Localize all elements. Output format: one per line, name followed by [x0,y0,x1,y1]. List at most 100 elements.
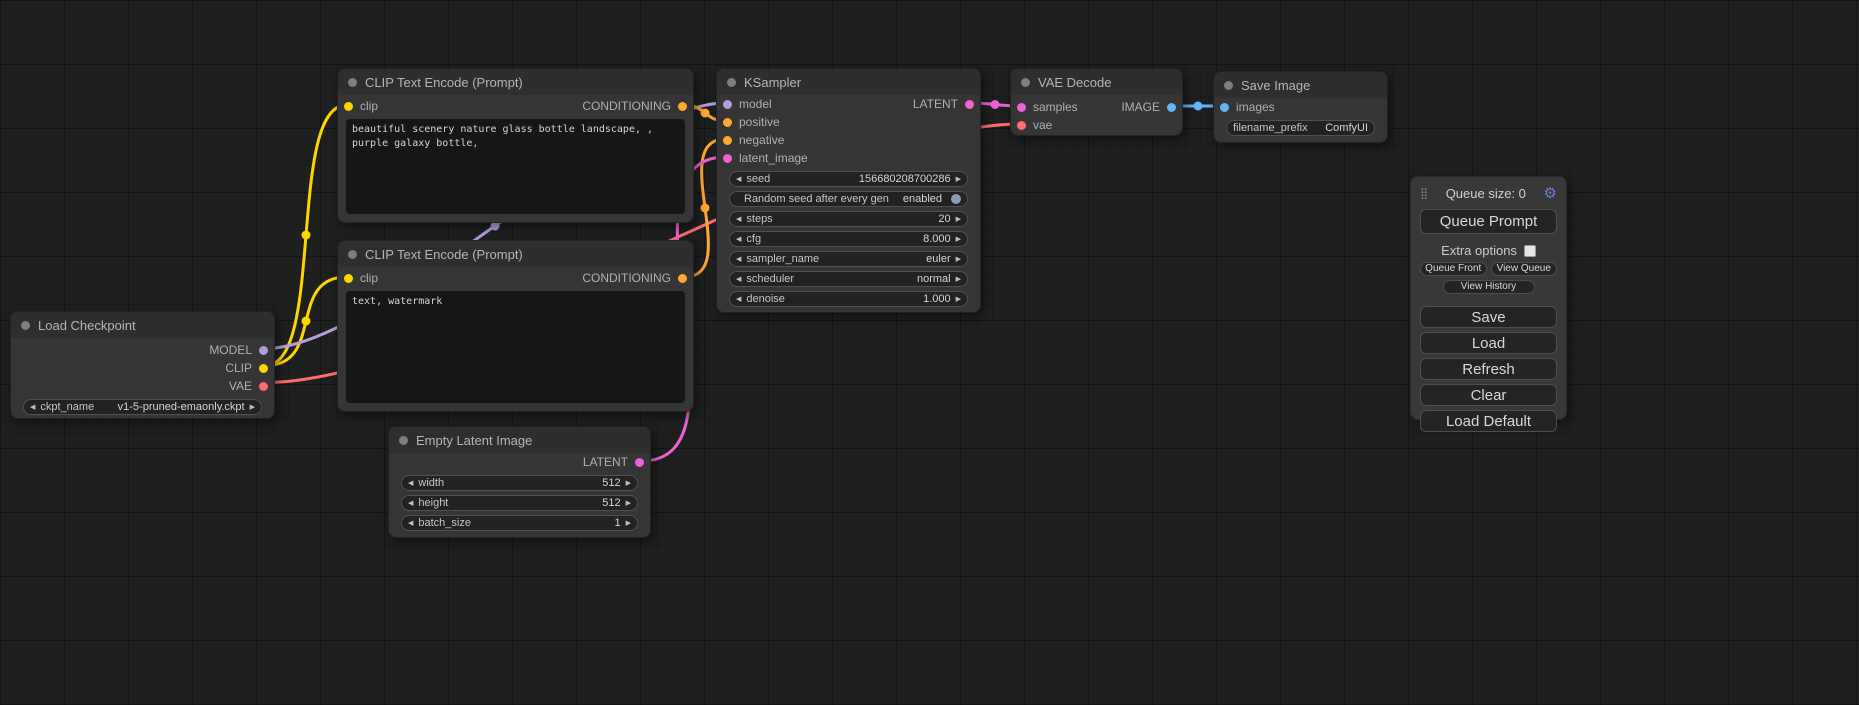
increment-arrow-icon[interactable]: ▶ [956,276,961,283]
increment-arrow-icon[interactable]: ▶ [626,480,631,487]
decrement-arrow-icon[interactable]: ◀ [736,216,741,223]
filename-prefix-widget[interactable]: filename_prefix ComfyUI [1226,120,1375,136]
output-port-model[interactable] [259,346,268,355]
view-queue-button[interactable]: View Queue [1491,262,1558,276]
increment-arrow-icon[interactable]: ▶ [956,216,961,223]
node-save-image[interactable]: Save Image images filename_prefix ComfyU… [1213,71,1388,143]
node-clip-text-encode-positive[interactable]: CLIP Text Encode (Prompt) clip CONDITION… [337,68,694,223]
widget-value: euler [926,253,950,265]
node-ksampler[interactable]: KSampler model LATENT positive negative … [716,68,981,313]
input-port-model[interactable] [723,100,732,109]
load-button[interactable]: Load [1420,332,1557,354]
decrement-arrow-icon[interactable]: ◀ [736,296,741,303]
input-port-latent-image[interactable] [723,154,732,163]
collapse-dot-icon[interactable] [348,78,357,87]
extra-options-checkbox[interactable] [1524,245,1536,257]
collapse-dot-icon[interactable] [348,250,357,259]
save-button[interactable]: Save [1420,306,1557,328]
node-clip-text-encode-negative[interactable]: CLIP Text Encode (Prompt) clip CONDITION… [337,240,694,412]
input-port-images[interactable] [1220,103,1229,112]
node-title-bar[interactable]: CLIP Text Encode (Prompt) [338,241,693,267]
increment-arrow-icon[interactable]: ▶ [250,404,255,411]
input-label-model: model [739,97,772,111]
refresh-button[interactable]: Refresh [1420,358,1557,380]
input-port-samples[interactable] [1017,103,1026,112]
node-title: VAE Decode [1038,75,1111,90]
increment-arrow-icon[interactable]: ▶ [626,500,631,507]
widget-label: scheduler [746,273,794,285]
collapse-dot-icon[interactable] [727,78,736,87]
decrement-arrow-icon[interactable]: ◀ [408,520,413,527]
increment-arrow-icon[interactable]: ▶ [626,520,631,527]
input-label-clip: clip [360,99,378,113]
view-history-button[interactable]: View History [1443,280,1535,294]
widget-value: 512 [602,497,620,509]
drag-handle-icon[interactable]: ⣿ [1420,187,1428,200]
settings-gear-icon[interactable]: ⚙ [1544,184,1557,202]
input-port-clip[interactable] [344,102,353,111]
batch-size-widget[interactable]: ◀ batch_size 1 ▶ [401,515,638,531]
node-title-bar[interactable]: CLIP Text Encode (Prompt) [338,69,693,95]
queue-front-button[interactable]: Queue Front [1420,262,1487,276]
node-title-bar[interactable]: Save Image [1214,72,1387,98]
input-port-positive[interactable] [723,118,732,127]
increment-arrow-icon[interactable]: ▶ [956,296,961,303]
input-port-clip[interactable] [344,274,353,283]
output-port-latent[interactable] [635,458,644,467]
output-port-vae[interactable] [259,382,268,391]
decrement-arrow-icon[interactable]: ◀ [408,480,413,487]
widget-label: height [418,497,448,509]
decrement-arrow-icon[interactable]: ◀ [736,276,741,283]
cfg-widget[interactable]: ◀ cfg 8.000 ▶ [729,231,968,247]
collapse-dot-icon[interactable] [399,436,408,445]
decrement-arrow-icon[interactable]: ◀ [30,404,35,411]
random-seed-toggle[interactable] [951,194,961,204]
height-widget[interactable]: ◀ height 512 ▶ [401,495,638,511]
seed-widget[interactable]: ◀ seed 156680208700286 ▶ [729,171,968,187]
output-port-latent[interactable] [965,100,974,109]
widget-value: ComfyUI [1325,122,1368,134]
input-label-samples: samples [1033,100,1078,114]
output-label-latent: LATENT [583,455,628,469]
decrement-arrow-icon[interactable]: ◀ [736,236,741,243]
node-title-bar[interactable]: VAE Decode [1011,69,1182,95]
output-port-conditioning[interactable] [678,102,687,111]
widget-value: normal [917,273,951,285]
node-title-bar[interactable]: Empty Latent Image [389,427,650,453]
queue-prompt-button[interactable]: Queue Prompt [1420,209,1557,234]
node-title: Empty Latent Image [416,433,532,448]
clear-button[interactable]: Clear [1420,384,1557,406]
node-empty-latent-image[interactable]: Empty Latent Image LATENT ◀ width 512 ▶ … [388,426,651,538]
collapse-dot-icon[interactable] [1021,78,1030,87]
positive-prompt-textarea[interactable]: beautiful scenery nature glass bottle la… [346,119,685,214]
decrement-arrow-icon[interactable]: ◀ [736,176,741,183]
random-seed-widget[interactable]: Random seed after every gen enabled [729,191,968,207]
output-port-conditioning[interactable] [678,274,687,283]
denoise-widget[interactable]: ◀ denoise 1.000 ▶ [729,291,968,307]
negative-prompt-textarea[interactable]: text, watermark [346,291,685,403]
ckpt-name-widget[interactable]: ◀ ckpt_name v1-5-pruned-emaonly.ckpt ▶ [23,399,262,415]
node-title-bar[interactable]: KSampler [717,69,980,95]
widget-label: seed [746,173,770,185]
output-label-model: MODEL [209,343,252,357]
collapse-dot-icon[interactable] [1224,81,1233,90]
decrement-arrow-icon[interactable]: ◀ [408,500,413,507]
input-port-negative[interactable] [723,136,732,145]
load-default-button[interactable]: Load Default [1420,410,1557,432]
sampler-name-widget[interactable]: ◀ sampler_name euler ▶ [729,251,968,267]
node-title-bar[interactable]: Load Checkpoint [11,312,274,338]
increment-arrow-icon[interactable]: ▶ [956,176,961,183]
decrement-arrow-icon[interactable]: ◀ [736,256,741,263]
width-widget[interactable]: ◀ width 512 ▶ [401,475,638,491]
input-port-vae[interactable] [1017,121,1026,130]
output-port-image[interactable] [1167,103,1176,112]
collapse-dot-icon[interactable] [21,321,30,330]
output-port-clip[interactable] [259,364,268,373]
node-title: CLIP Text Encode (Prompt) [365,75,523,90]
steps-widget[interactable]: ◀ steps 20 ▶ [729,211,968,227]
increment-arrow-icon[interactable]: ▶ [956,256,961,263]
node-vae-decode[interactable]: VAE Decode samples IMAGE vae [1010,68,1183,136]
increment-arrow-icon[interactable]: ▶ [956,236,961,243]
node-load-checkpoint[interactable]: Load Checkpoint MODEL CLIP VAE ◀ ckpt_na… [10,311,275,419]
scheduler-widget[interactable]: ◀ scheduler normal ▶ [729,271,968,287]
